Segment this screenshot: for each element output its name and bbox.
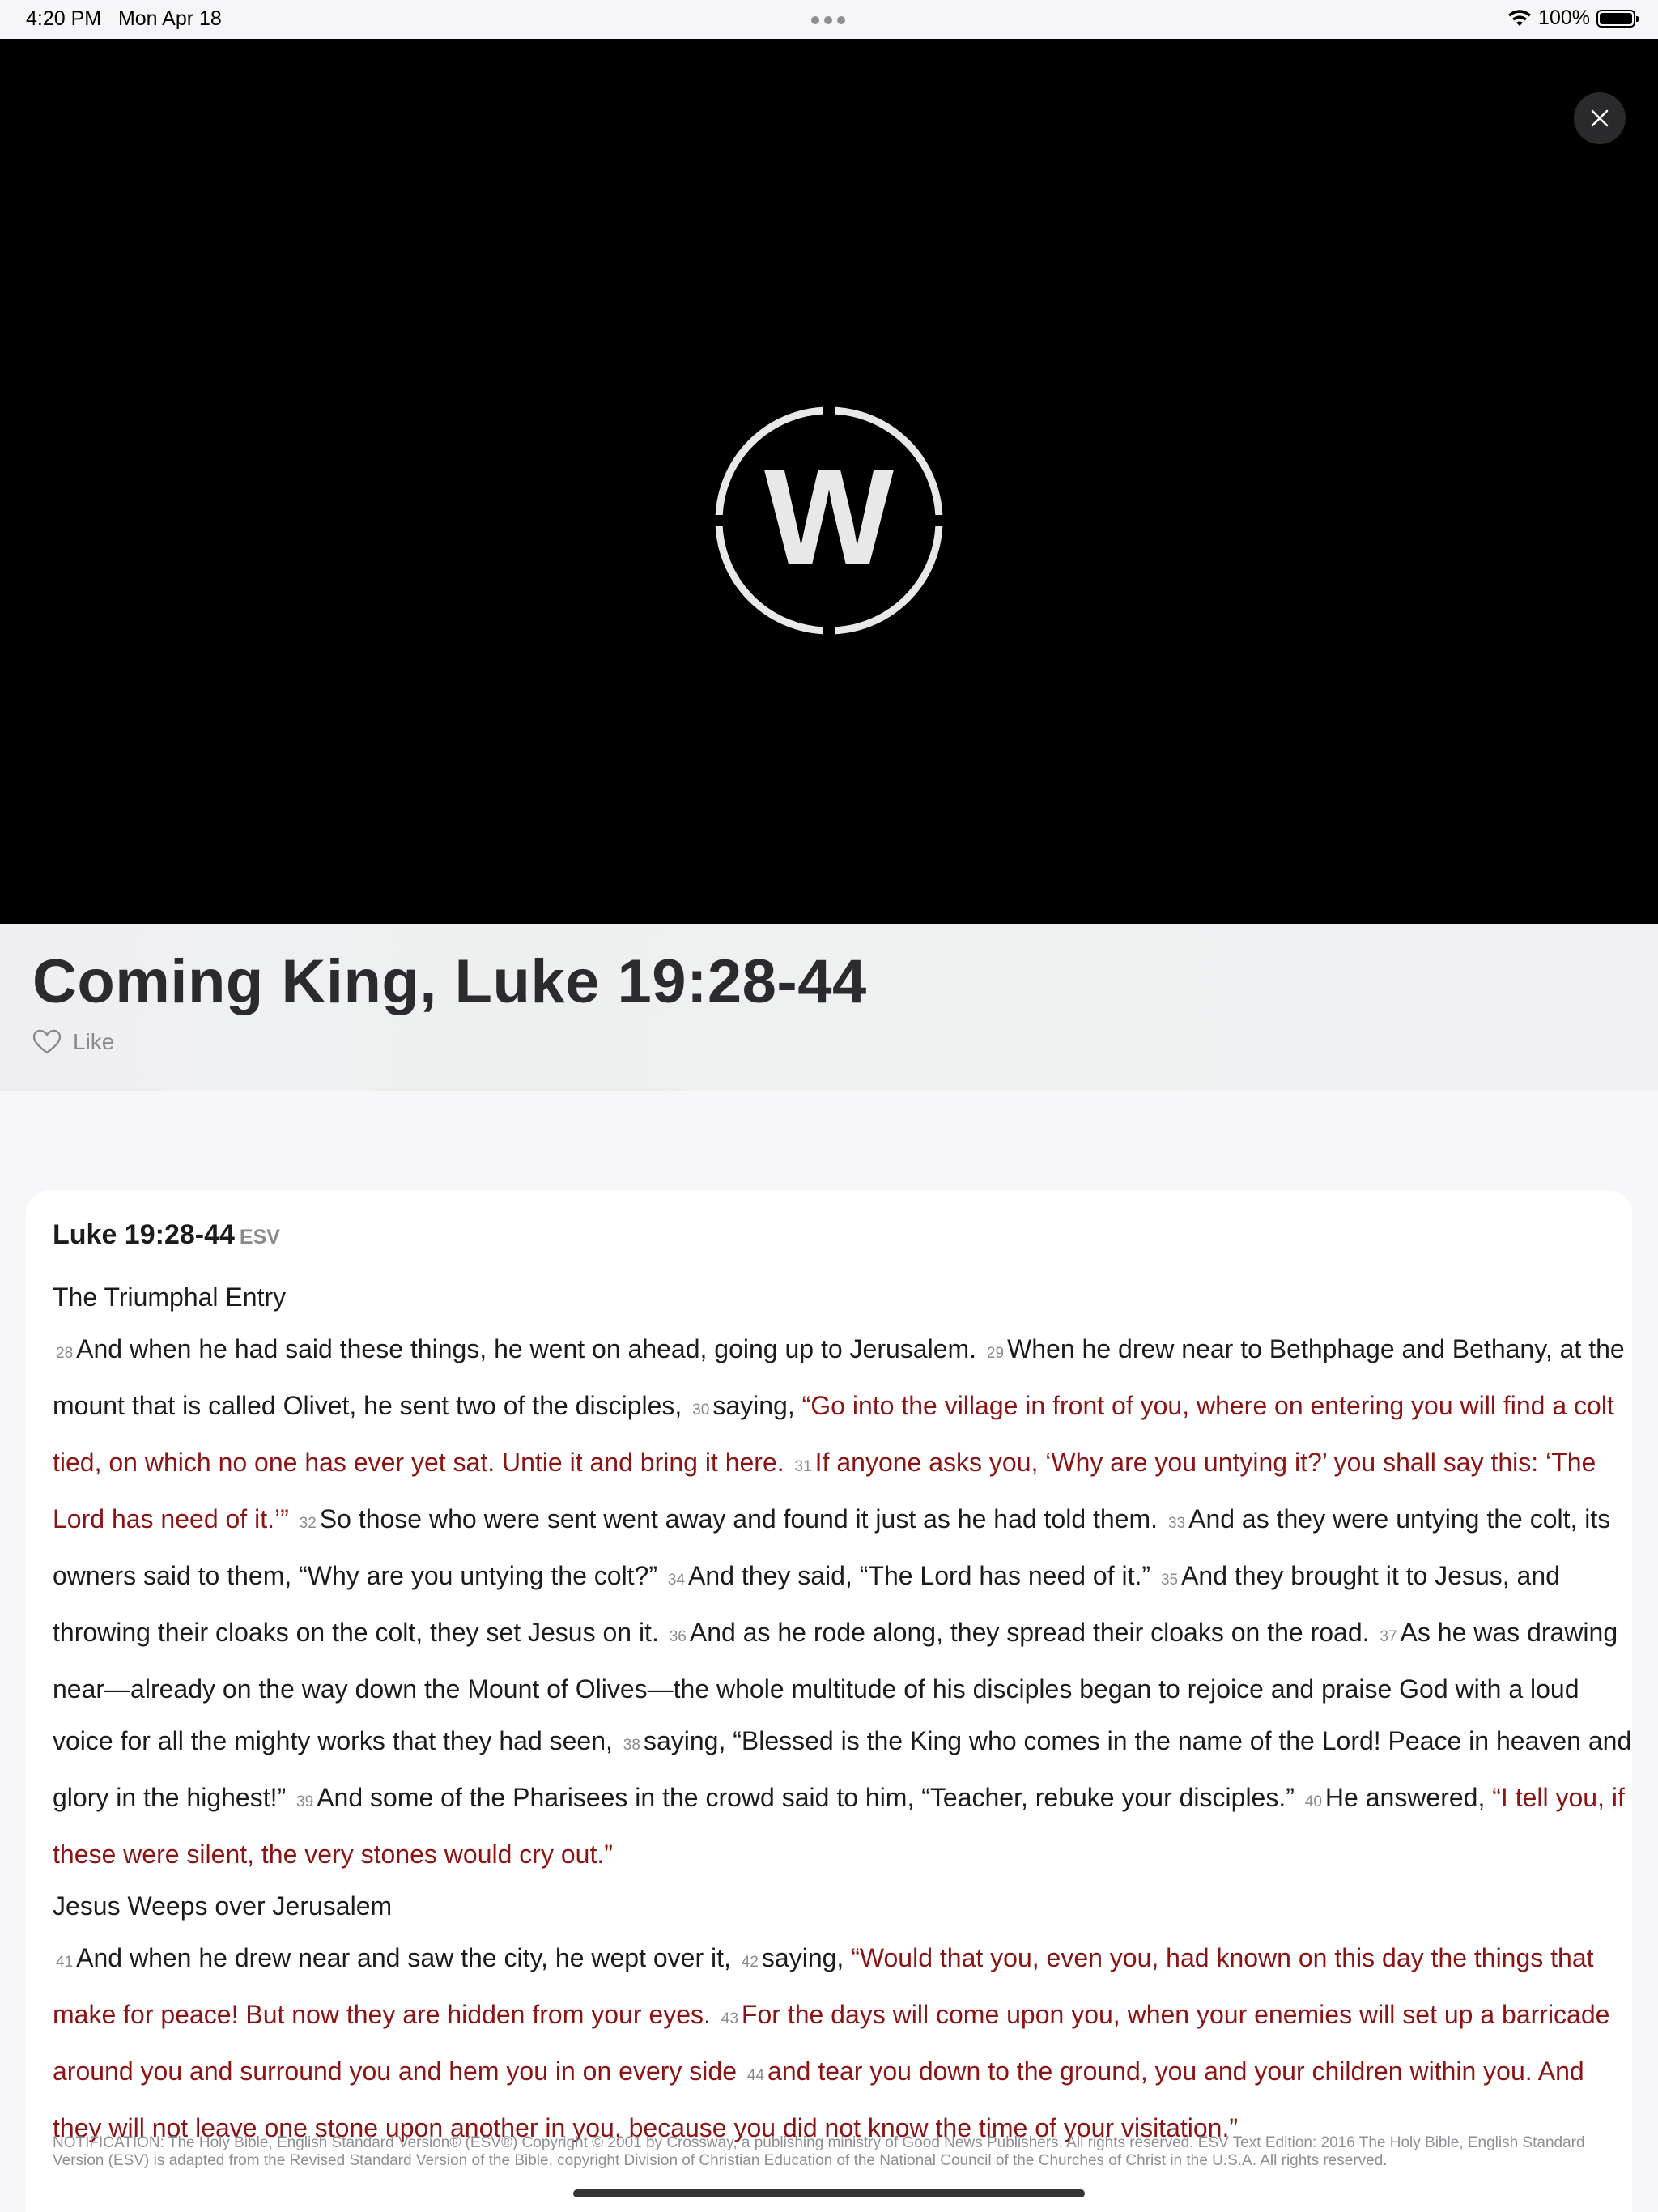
status-bar: 4:20 PM Mon Apr 18 100%: [0, 0, 1658, 39]
home-indicator[interactable]: [573, 2189, 1085, 2197]
reference-text: Luke 19:28-44: [53, 1219, 235, 1250]
verse-number: 31: [794, 1458, 812, 1475]
video-player[interactable]: W: [0, 39, 1658, 924]
verse-number: 39: [296, 1793, 314, 1810]
verse-number: 37: [1380, 1628, 1397, 1645]
verse-36: And as he rode along, they spread their …: [689, 1618, 1370, 1647]
logo-letter: W: [764, 440, 895, 594]
status-right: 100%: [1507, 6, 1639, 30]
verse-number: 43: [721, 2010, 738, 2027]
section-heading: The Triumphal Entry: [53, 1283, 287, 1312]
battery-percent: 100%: [1538, 6, 1590, 29]
page-title: Coming King, Luke 19:28-44: [32, 947, 867, 1016]
verse-number: 36: [669, 1628, 687, 1645]
like-label: Like: [73, 1029, 115, 1054]
paragraph: 41 And when he drew near and saw the city…: [53, 1932, 1638, 2154]
brand-logo: W: [714, 406, 944, 636]
verse-number: 30: [692, 1402, 710, 1419]
verse-number: 40: [1304, 1793, 1322, 1810]
like-button[interactable]: Like: [32, 1029, 114, 1055]
time-text: 4:20 PM: [26, 7, 102, 30]
heart-icon: [32, 1029, 62, 1054]
verse-number: 38: [623, 1737, 640, 1754]
verse-number: 35: [1160, 1572, 1179, 1589]
verse-39: And some of the Pharisees in the crowd s…: [317, 1783, 1295, 1812]
passage-reference: Luke 19:28-44 ESV: [53, 1219, 280, 1251]
verse-41: And when he drew near and saw the city, …: [76, 1943, 731, 1972]
verse-number: 28: [56, 1345, 74, 1362]
copyright-notice: NOTIFICATION: The Holy Bible, English St…: [53, 2134, 1585, 2169]
version-badge: ESV: [239, 1226, 280, 1249]
paragraph: 28 And when he had said these things, he …: [53, 1323, 1638, 1880]
verse-28: And when he had said these things, he we…: [76, 1334, 977, 1363]
verse-number: 29: [986, 1345, 1005, 1362]
wifi-icon: [1508, 9, 1532, 26]
battery-icon: [1596, 9, 1639, 28]
verse-number: 33: [1167, 1515, 1186, 1532]
verse-32: So those who were sent went away and fou…: [319, 1504, 1158, 1534]
title-section: Coming King, Luke 19:28-44 Like: [0, 924, 1658, 1091]
verse-number: 42: [741, 1954, 759, 1971]
verse-42-intro: saying,: [761, 1943, 844, 1972]
close-icon: [1591, 109, 1609, 127]
verse-number: 41: [56, 1954, 74, 1971]
passage-text: The Triumphal Entry 28 And when he had sa…: [53, 1271, 1638, 2154]
close-button[interactable]: [1574, 92, 1626, 144]
section-heading: Jesus Weeps over Jerusalem: [53, 1891, 393, 1921]
verse-number: 32: [299, 1515, 317, 1532]
date-text: Mon Apr 18: [117, 7, 222, 30]
verse-34: And they said, “The Lord has need of it.…: [688, 1561, 1151, 1590]
multitasking-dots-icon[interactable]: [811, 16, 845, 24]
verse-number: 44: [746, 2067, 765, 2084]
status-time: 4:20 PM Mon Apr 18: [26, 7, 222, 31]
passage-card: Luke 19:28-44 ESV The Triumphal Entry 28 A…: [26, 1190, 1632, 2212]
verse-30-intro: saying,: [712, 1391, 795, 1420]
verse-number: 34: [667, 1572, 686, 1589]
verse-40-intro: He answered,: [1324, 1783, 1486, 1812]
